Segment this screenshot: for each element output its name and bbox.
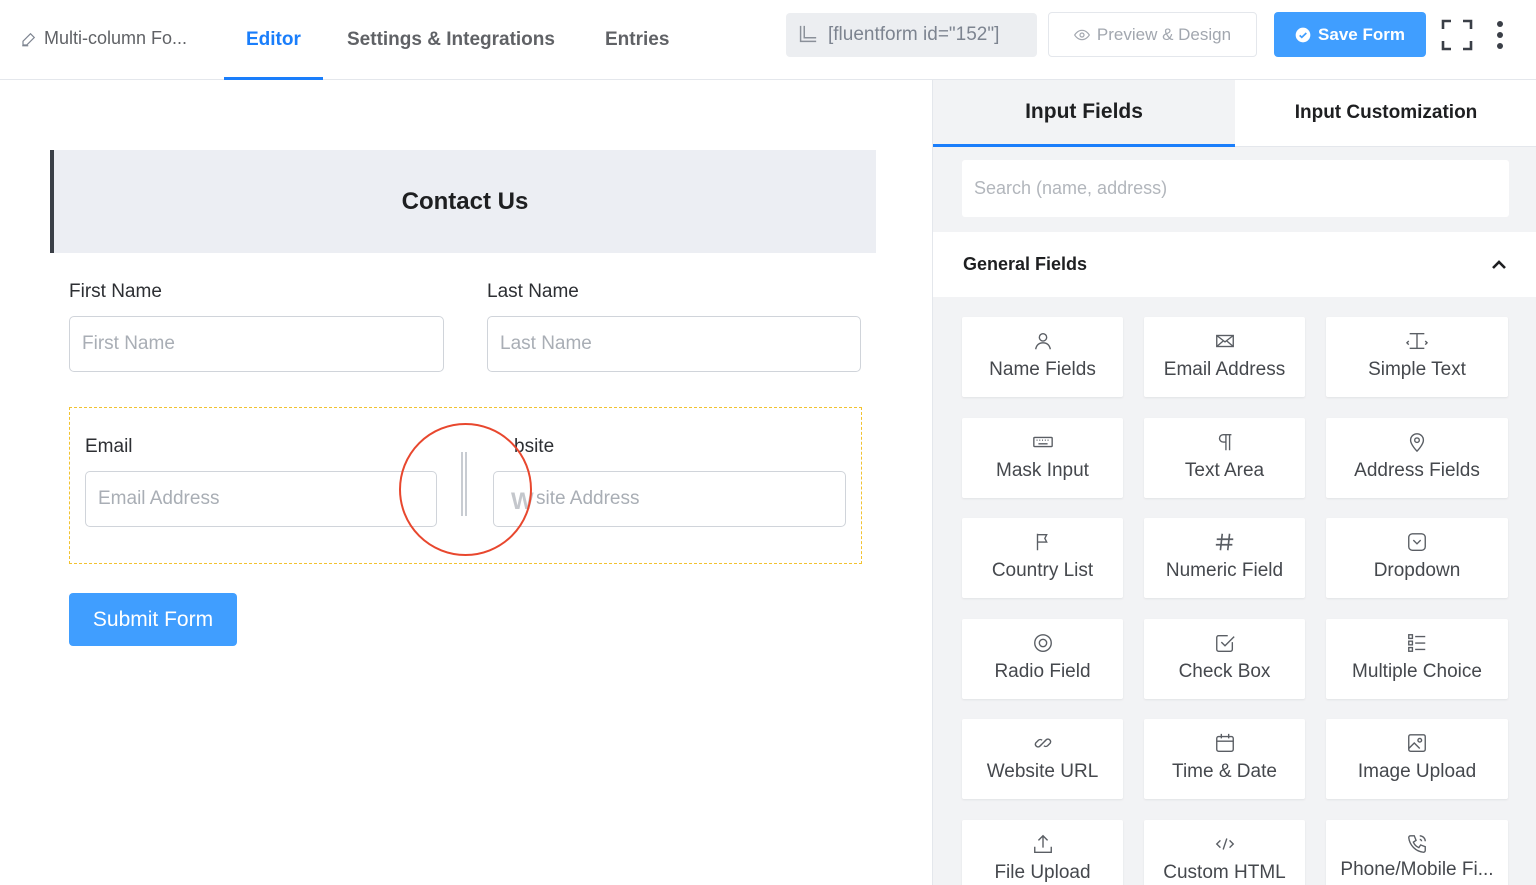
submit-form-button[interactable]: Submit Form	[69, 593, 237, 646]
copy-corner-icon	[799, 25, 817, 43]
email-input[interactable]	[85, 471, 437, 527]
top-bar: Multi-column Fo... Editor Settings & Int…	[0, 0, 1536, 80]
radio-icon	[1032, 632, 1054, 654]
image-icon	[1406, 732, 1428, 754]
envelope-icon	[1214, 330, 1236, 352]
field-dropdown[interactable]: Dropdown	[1326, 518, 1508, 598]
list-icon	[1406, 632, 1428, 654]
field-search-input[interactable]	[962, 160, 1509, 217]
first-name-label: First Name	[69, 281, 162, 302]
phone-icon	[1406, 833, 1428, 855]
tab-entries[interactable]: Entries	[605, 0, 669, 80]
general-fields-title: General Fields	[963, 254, 1088, 274]
paragraph-icon	[1214, 431, 1236, 453]
field-text-area[interactable]: Text Area	[1144, 418, 1305, 498]
upload-icon	[1032, 833, 1054, 855]
pencil-icon	[22, 32, 36, 46]
field-file-upload[interactable]: File Upload	[962, 820, 1123, 885]
save-form-label: Save Form	[1318, 24, 1405, 44]
field-address-fields[interactable]: Address Fields	[1326, 418, 1508, 498]
field-time-date[interactable]: Time & Date	[1144, 719, 1305, 799]
calendar-icon	[1214, 732, 1236, 754]
map-pin-icon	[1406, 431, 1428, 453]
field-website-url[interactable]: Website URL	[962, 719, 1123, 799]
general-fields-header[interactable]: General Fields	[933, 232, 1536, 297]
field-mask-input[interactable]: Mask Input	[962, 418, 1123, 498]
tab-editor[interactable]: Editor	[224, 0, 323, 80]
first-name-input[interactable]	[69, 316, 444, 372]
field-radio-field[interactable]: Radio Field	[962, 619, 1123, 699]
tab-settings-integrations[interactable]: Settings & Integrations	[347, 0, 555, 80]
shortcode-text: [fluentform id="152"]	[828, 24, 1000, 45]
field-phone-mobile[interactable]: Phone/Mobile Fi...	[1326, 820, 1508, 885]
email-label: Email	[85, 436, 133, 457]
last-name-input[interactable]	[487, 316, 861, 372]
field-multiple-choice[interactable]: Multiple Choice	[1326, 619, 1508, 699]
eye-icon	[1073, 29, 1090, 40]
field-simple-text[interactable]: Simple Text	[1326, 317, 1508, 397]
check-circle-icon	[1295, 27, 1311, 42]
drag-highlight-circle	[399, 423, 532, 556]
user-icon	[1032, 330, 1054, 352]
flag-icon	[1032, 531, 1054, 553]
save-form-button[interactable]: Save Form	[1274, 12, 1426, 57]
text-cursor-icon	[1406, 330, 1428, 352]
fullscreen-icon[interactable]	[1441, 19, 1473, 51]
panel-tabs: Input Fields Input Customization	[933, 80, 1536, 147]
field-numeric-field[interactable]: Numeric Field	[1144, 518, 1305, 598]
form-name[interactable]: Multi-column Fo...	[20, 28, 187, 49]
last-name-label: Last Name	[487, 281, 579, 302]
field-custom-html[interactable]: Custom HTML	[1144, 820, 1305, 885]
hash-icon	[1214, 531, 1236, 553]
code-icon	[1214, 833, 1236, 855]
form-name-label: Multi-column Fo...	[44, 28, 188, 48]
form-title: Contact Us	[401, 187, 529, 215]
more-options-icon[interactable]	[1493, 20, 1507, 50]
field-email-address[interactable]: Email Address	[1144, 317, 1305, 397]
field-image-upload[interactable]: Image Upload	[1326, 719, 1508, 799]
link-icon	[1032, 732, 1054, 754]
field-country-list[interactable]: Country List	[962, 518, 1123, 598]
checkbox-icon	[1214, 632, 1236, 654]
preview-design-label: Preview & Design	[1096, 24, 1232, 44]
shortcode-copy[interactable]: [fluentform id="152"]	[786, 13, 1037, 57]
dropdown-icon	[1406, 531, 1428, 553]
preview-design-button[interactable]: Preview & Design	[1048, 12, 1257, 57]
tab-input-fields[interactable]: Input Fields	[933, 80, 1235, 147]
form-editor-canvas: Contact Us First Name Last Name Email bs…	[0, 80, 932, 885]
fields-panel: Input Fields Input Customization General…	[932, 80, 1536, 885]
tab-input-customization[interactable]: Input Customization	[1235, 80, 1536, 147]
keyboard-icon	[1032, 431, 1054, 453]
field-check-box[interactable]: Check Box	[1144, 619, 1305, 699]
field-name-fields[interactable]: Name Fields	[962, 317, 1123, 397]
form-title-block[interactable]: Contact Us	[50, 150, 876, 253]
chevron-up-icon[interactable]	[1490, 256, 1508, 274]
website-input[interactable]	[493, 471, 846, 527]
